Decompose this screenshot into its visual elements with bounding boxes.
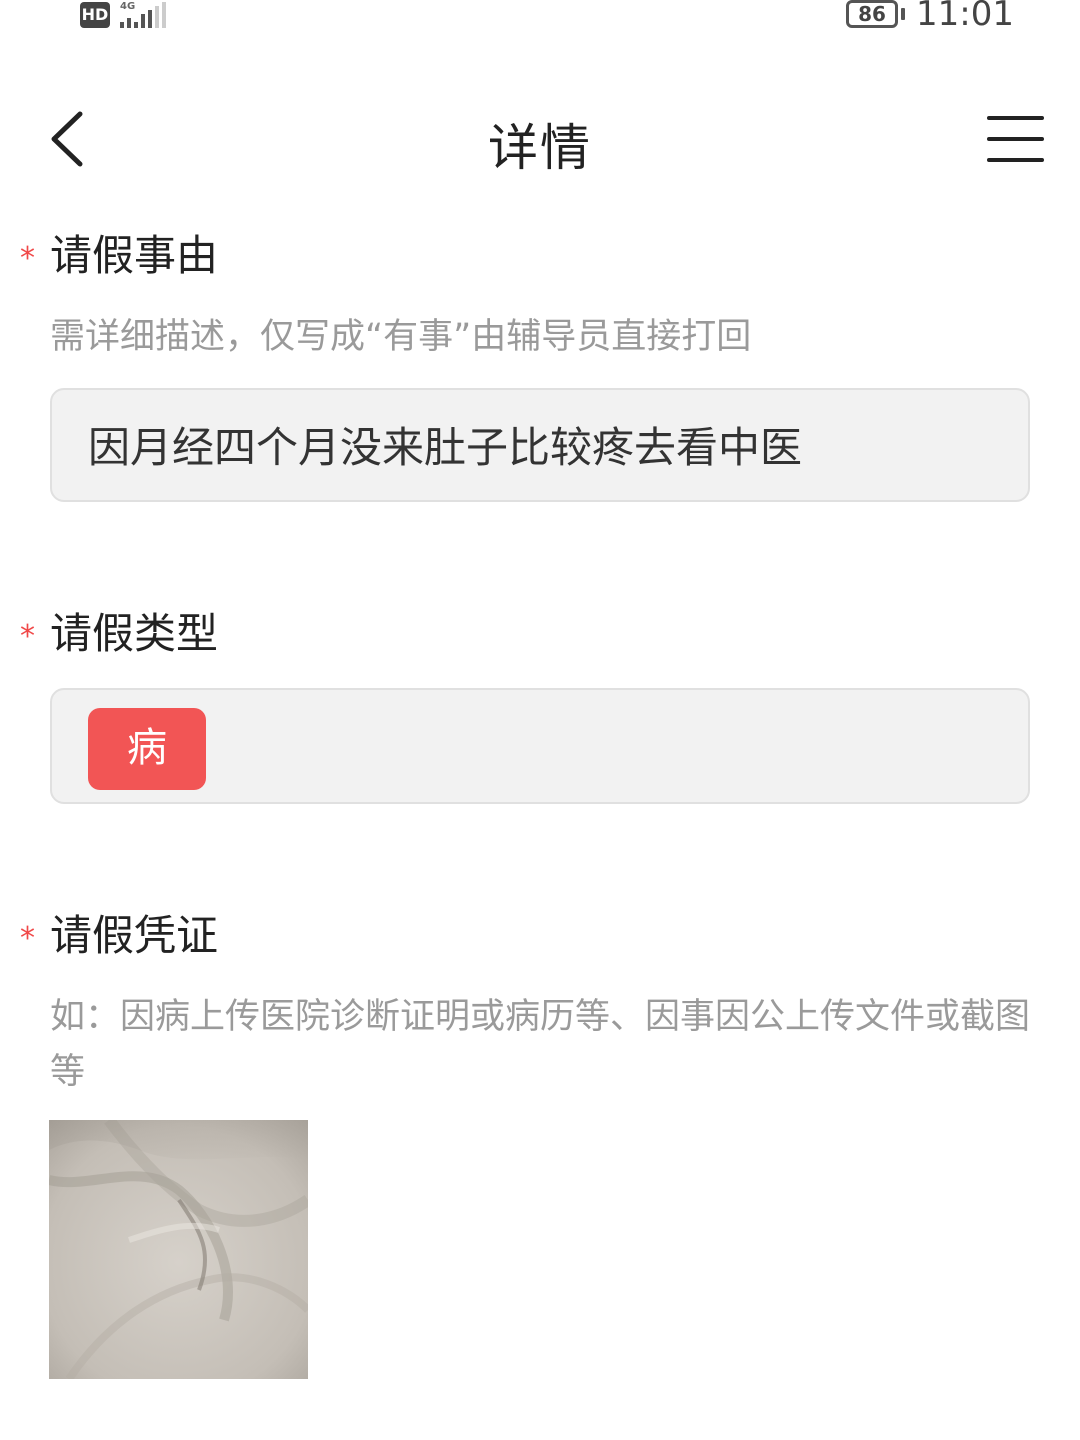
type-label: * 请假类型 <box>20 600 218 661</box>
reason-label-text: 请假事由 <box>50 231 219 280</box>
reason-value: 因月经四个月没来肚子比较疼去看中医 <box>88 423 803 472</box>
required-mark: * <box>20 921 35 956</box>
type-label-text: 请假类型 <box>50 609 219 658</box>
network-type-label: 4G <box>120 1 135 12</box>
page-title: 详情 <box>488 119 592 177</box>
reason-hint: 需详细描述，仅写成“有事”由辅导员直接打回 <box>50 317 752 357</box>
type-field[interactable]: 病 <box>50 688 1030 804</box>
clock: 11:01 <box>916 0 1014 34</box>
battery-tip <box>901 8 905 20</box>
reason-field[interactable]: 因月经四个月没来肚子比较疼去看中医 <box>50 388 1030 502</box>
required-mark: * <box>20 619 35 654</box>
status-bar: HD 4G 86 11:01 <box>0 0 1080 40</box>
proof-image-thumbnail[interactable] <box>49 1120 308 1379</box>
required-mark: * <box>20 241 35 276</box>
proof-label: * 请假凭证 <box>20 902 218 963</box>
fabric-photo <box>49 1120 308 1379</box>
leave-type-tag[interactable]: 病 <box>88 708 206 790</box>
battery-icon: 86 <box>846 0 898 28</box>
hamburger-menu-icon[interactable] <box>980 110 1050 170</box>
menu-line <box>987 158 1044 162</box>
proof-label-text: 请假凭证 <box>50 911 219 960</box>
hd-icon: HD <box>80 2 110 28</box>
menu-line <box>987 116 1044 120</box>
reason-label: * 请假事由 <box>20 222 218 283</box>
signal-icon: 4G <box>120 1 166 28</box>
menu-line <box>987 137 1044 141</box>
nav-bar: 详情 <box>0 90 1080 190</box>
proof-hint: 如：因病上传医院诊断证明或病历等、因事因公上传文件或截图等 <box>50 997 1031 1092</box>
